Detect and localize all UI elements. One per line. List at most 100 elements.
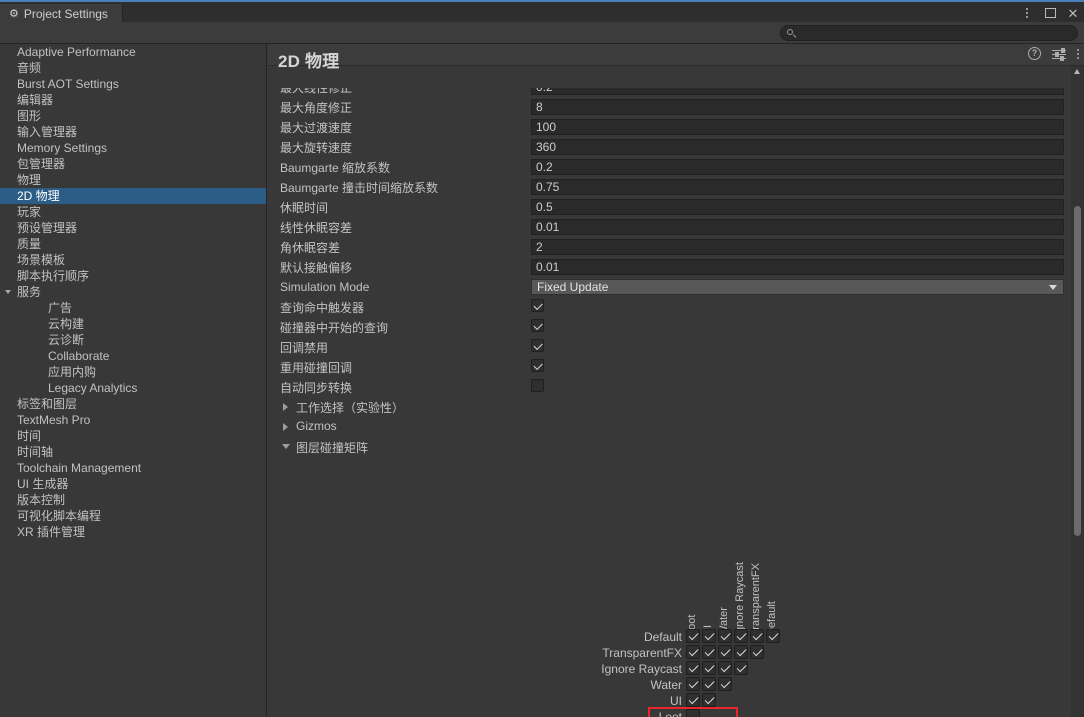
sidebar-item-[interactable]: 应用内购 [0, 364, 266, 380]
sidebar-item-[interactable]: 编辑器 [0, 92, 266, 108]
matrix-checkbox[interactable] [702, 629, 716, 643]
sidebar-item-[interactable]: 脚本执行顺序 [0, 268, 266, 284]
scrollbar-thumb[interactable] [1074, 206, 1081, 536]
kebab-menu-icon[interactable] [1020, 4, 1034, 22]
matrix-checkbox[interactable] [718, 661, 732, 675]
property-value-input[interactable]: 360 [531, 139, 1064, 155]
sidebar-item-[interactable]: 质量 [0, 236, 266, 252]
vertical-scrollbar[interactable] [1071, 66, 1084, 717]
property-checkbox[interactable] [531, 339, 544, 352]
property-checkbox[interactable] [531, 379, 544, 392]
tab-project-settings[interactable]: ⚙ Project Settings [0, 4, 123, 24]
property-label: 回调禁用 [280, 340, 329, 355]
search-input[interactable] [801, 26, 1077, 40]
sidebar-item-collaborate[interactable]: Collaborate [0, 348, 266, 364]
chevron-right-icon[interactable] [283, 423, 288, 431]
matrix-checkbox[interactable] [702, 661, 716, 675]
matrix-checkbox[interactable] [702, 677, 716, 691]
sidebar-item-[interactable]: 预设管理器 [0, 220, 266, 236]
sidebar-item-[interactable]: 玩家 [0, 204, 266, 220]
property-value-input[interactable]: 0.01 [531, 219, 1064, 235]
matrix-checkbox[interactable] [686, 677, 700, 691]
sidebar-item-[interactable]: 云构建 [0, 316, 266, 332]
help-icon[interactable]: ? [1028, 47, 1041, 60]
settings-sidebar[interactable]: Adaptive Performance 音频 Burst AOT Settings… [0, 44, 267, 717]
sidebar-item-[interactable]: 音频 [0, 60, 266, 76]
maximize-icon[interactable] [1043, 4, 1057, 22]
sidebar-item-[interactable]: 版本控制 [0, 492, 266, 508]
matrix-checkbox[interactable] [718, 677, 732, 691]
matrix-checkbox[interactable] [686, 709, 700, 717]
foldout-row[interactable]: 图层碰撞矩阵 [268, 437, 1084, 457]
sidebar-item-[interactable]: 包管理器 [0, 156, 266, 172]
sidebar-item-toolchain-management[interactable]: Toolchain Management [0, 460, 266, 476]
sidebar-item-label: Toolchain Management [17, 461, 142, 475]
matrix-checkbox[interactable] [686, 645, 700, 659]
sidebar-item-memory-settings[interactable]: Memory Settings [0, 140, 266, 156]
matrix-checkbox[interactable] [750, 645, 764, 659]
sidebar-item-[interactable]: 物理 [0, 172, 266, 188]
property-label: Baumgarte 撞击时间缩放系数 [280, 180, 439, 195]
property-value-input[interactable]: 2 [531, 239, 1064, 255]
chevron-right-icon[interactable] [283, 403, 288, 411]
sidebar-item-[interactable]: 标签和图层 [0, 396, 266, 412]
property-checkbox[interactable] [531, 359, 544, 372]
sidebar-item-[interactable]: 输入管理器 [0, 124, 266, 140]
property-label: 查询命中触发器 [280, 300, 365, 315]
sidebar-item-[interactable]: 图形 [0, 108, 266, 124]
property-value-input[interactable]: 100 [531, 119, 1064, 135]
matrix-checkbox[interactable] [734, 629, 748, 643]
sidebar-item-[interactable]: 场景模板 [0, 252, 266, 268]
foldout-row[interactable]: Gizmos [268, 417, 1084, 437]
sidebar-item-[interactable]: 服务 [0, 284, 266, 300]
project-settings-window: ⚙ Project Settings ✕ Adaptive Performanc… [0, 0, 1084, 717]
matrix-checkbox[interactable] [718, 629, 732, 643]
matrix-checkbox[interactable] [702, 693, 716, 707]
preset-settings-icon[interactable] [1052, 47, 1066, 61]
property-value-input[interactable]: 8 [531, 99, 1064, 115]
close-icon[interactable]: ✕ [1066, 4, 1080, 22]
sidebar-item-2d[interactable]: 2D 物理 [0, 188, 266, 204]
property-checkbox[interactable] [531, 299, 544, 312]
property-label: 休眠时间 [280, 200, 329, 215]
kebab-menu-icon[interactable] [1077, 48, 1079, 59]
sidebar-item-legacy-analytics[interactable]: Legacy Analytics [0, 380, 266, 396]
sidebar-item-[interactable]: 时间轴 [0, 444, 266, 460]
sidebar-item-ui[interactable]: UI 生成器 [0, 476, 266, 492]
matrix-checkbox[interactable] [734, 661, 748, 675]
sidebar-item-adaptive-performance[interactable]: Adaptive Performance [0, 44, 266, 60]
sidebar-item-[interactable]: 可视化脚本编程 [0, 508, 266, 524]
matrix-checkbox[interactable] [686, 629, 700, 643]
sidebar-item-xr[interactable]: XR 插件管理 [0, 524, 266, 540]
sidebar-item-label: 服务 [17, 285, 42, 299]
matrix-checkbox[interactable] [734, 645, 748, 659]
foldout-label: 工作选择（实验性） [296, 401, 405, 415]
property-checkbox[interactable] [531, 319, 544, 332]
property-value-input[interactable]: 0.75 [531, 179, 1064, 195]
sidebar-item-burst-aot-settings[interactable]: Burst AOT Settings [0, 76, 266, 92]
property-value-input[interactable]: 0.01 [531, 259, 1064, 275]
matrix-checkbox[interactable] [686, 693, 700, 707]
matrix-checkbox[interactable] [686, 661, 700, 675]
sidebar-item-[interactable]: 云诊断 [0, 332, 266, 348]
matrix-checkbox[interactable] [702, 645, 716, 659]
scroll-up-arrow-icon[interactable] [1074, 69, 1080, 74]
sidebar-item-[interactable]: 时间 [0, 428, 266, 444]
matrix-checkbox[interactable] [718, 645, 732, 659]
sidebar-item-[interactable]: 广告 [0, 300, 266, 316]
chevron-down-icon[interactable] [282, 444, 290, 449]
sidebar-item-label: 物理 [17, 173, 42, 187]
foldout-row[interactable]: 工作选择（实验性） [268, 397, 1084, 417]
property-row: 最大旋转速度 360 [268, 137, 1084, 157]
chevron-down-icon[interactable] [5, 290, 11, 294]
search-box[interactable] [780, 25, 1078, 41]
content-header: ? [268, 44, 1084, 66]
property-value-input[interactable]: 0.2 [531, 159, 1064, 175]
property-value-input[interactable]: 0.5 [531, 199, 1064, 215]
matrix-checkbox[interactable] [750, 629, 764, 643]
sidebar-item-textmesh-pro[interactable]: TextMesh Pro [0, 412, 266, 428]
matrix-checkbox[interactable] [766, 629, 780, 643]
window-controls: ✕ [1020, 3, 1080, 23]
property-dropdown[interactable]: Fixed Update [531, 279, 1064, 295]
property-label: 重用碰撞回调 [280, 360, 353, 375]
